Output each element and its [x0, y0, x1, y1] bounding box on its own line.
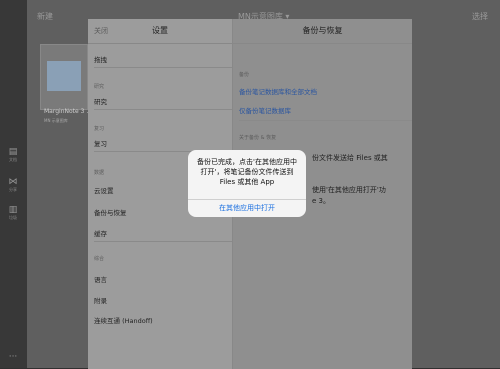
section-header-review: 复习	[94, 126, 105, 132]
row-label: 附录	[94, 297, 107, 305]
settings-row-appendix[interactable]: 附录	[88, 290, 232, 308]
backup-header: 备份与恢复	[233, 19, 412, 44]
divider	[94, 67, 232, 68]
settings-title: 设置	[152, 26, 168, 35]
settings-row-research[interactable]: 研究	[88, 91, 232, 109]
section-header-backup: 备份	[239, 72, 250, 78]
sidebar-item-label: 垃圾	[9, 215, 17, 220]
backup-all-link[interactable]: 备份笔记数据库和全部文档	[239, 86, 317, 96]
select-button[interactable]: 选择	[472, 11, 488, 22]
document-thumbnail	[47, 61, 81, 91]
share-icon: ⋈	[8, 177, 18, 187]
section-header-research: 研究	[94, 84, 105, 90]
row-label: 云设置	[94, 187, 114, 195]
row-label: 研究	[94, 98, 107, 106]
document-icon: ▤	[8, 147, 18, 157]
new-button[interactable]: 新建	[37, 11, 53, 22]
settings-row-cache[interactable]: 缓存	[88, 223, 232, 241]
row-label: 语言	[94, 276, 107, 284]
alert-divider	[188, 199, 306, 200]
settings-row-handoff[interactable]: 连续互通 (Handoff)	[88, 310, 232, 328]
settings-row-language[interactable]: 语言	[88, 269, 232, 287]
about-text-line-2: 使用'在其他应用打开'功	[312, 186, 386, 194]
open-in-other-app-button[interactable]: 在其他应用中打开	[188, 203, 306, 213]
section-header-general: 综合	[94, 256, 105, 262]
settings-row-review[interactable]: 复习	[88, 133, 232, 151]
about-text-line-3: e 3。	[312, 197, 330, 205]
row-label: 拖拽	[94, 56, 107, 64]
trash-icon: ▥	[8, 205, 18, 215]
row-label: 缓存	[94, 230, 107, 238]
about-text-line-1: 份文件发送给 Files 或其	[312, 154, 388, 162]
backup-db-only-link[interactable]: 仅备份笔记数据库	[239, 105, 291, 115]
section-header-about: 关于备份 & 恢复	[239, 135, 277, 141]
document-subtitle: MN 示意图库	[44, 118, 68, 123]
divider	[239, 120, 412, 121]
sidebar-item-trash[interactable]: ▥ 垃圾	[5, 205, 21, 220]
sidebar-item-label: 文档	[9, 157, 17, 162]
divider	[94, 109, 232, 110]
row-label: 复习	[94, 140, 107, 148]
settings-header: 关闭 设置	[88, 19, 232, 44]
alert-message: 备份已完成，点击'在其他应用中打开'，将笔记备份文件传送到 Files 或其他 …	[197, 158, 297, 186]
sidebar-item-documents[interactable]: ▤ 文档	[5, 147, 21, 162]
row-label: 备份与恢复	[94, 209, 127, 217]
more-icon[interactable]: ···	[5, 352, 21, 362]
sidebar-item-label: 分享	[9, 187, 17, 192]
backup-title: 备份与恢复	[302, 26, 343, 35]
row-label: 连续互通 (Handoff)	[94, 317, 153, 325]
section-header-data: 数据	[94, 170, 105, 176]
divider	[94, 241, 232, 242]
settings-row-drag[interactable]: 拖拽	[88, 49, 232, 67]
document-title: MarginNote 3 ...	[44, 108, 93, 115]
document-card[interactable]	[40, 44, 88, 110]
backup-complete-alert: 备份已完成，点击'在其他应用中打开'，将笔记备份文件传送到 Files 或其他 …	[188, 150, 306, 217]
sidebar-item-share[interactable]: ⋈ 分享	[5, 177, 21, 192]
app-sidebar: ▤ 文档 ⋈ 分享 ▥ 垃圾 ···	[0, 0, 27, 368]
